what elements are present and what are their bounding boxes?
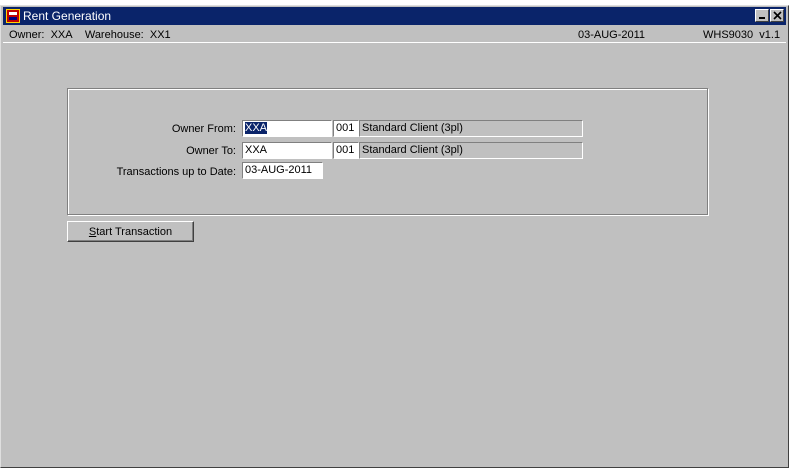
transactions-date-label: Transactions up to Date:: [116, 166, 236, 178]
owner-from-description-field: Standard Client (3pl): [359, 120, 583, 137]
start-transaction-button[interactable]: Start Transaction: [67, 221, 194, 242]
warehouse-label: Warehouse:: [84, 29, 144, 41]
minimize-icon: [759, 17, 765, 19]
warehouse-value: XX1: [149, 29, 171, 41]
owner-value: XXA: [50, 29, 73, 41]
owner-warehouse-info: Owner: XXA Warehouse: XX1: [9, 29, 171, 41]
close-button[interactable]: [770, 9, 784, 22]
close-icon: [773, 11, 782, 20]
owner-to-code-input[interactable]: XXA: [242, 142, 332, 159]
owner-label: Owner:: [9, 29, 45, 41]
rent-generation-window: Rent Generation Owner: XXA Warehouse: XX…: [0, 5, 789, 468]
owner-from-number-field[interactable]: 001: [333, 120, 359, 137]
transactions-date-input[interactable]: 03-AUG-2011: [242, 162, 323, 179]
title-bar[interactable]: Rent Generation: [3, 7, 786, 25]
owner-from-label: Owner From:: [171, 123, 236, 135]
status-date: 03-AUG-2011: [578, 29, 646, 41]
owner-to-label: Owner To:: [186, 145, 236, 157]
owner-to-description-field: Standard Client (3pl): [359, 142, 583, 159]
oracle-forms-icon[interactable]: [6, 9, 20, 23]
owner-to-number-field[interactable]: 001: [333, 142, 359, 159]
owner-from-code-value: XXA: [245, 122, 268, 134]
version-number: v1.1: [759, 29, 781, 41]
window-title: Rent Generation: [23, 9, 112, 23]
module-version: WHS9030 v1.1: [703, 29, 780, 41]
status-bar: Owner: XXA Warehouse: XX1 03-AUG-2011 WH…: [3, 26, 786, 43]
module-code: WHS9030: [703, 29, 754, 41]
start-label-rest: tart Transaction: [96, 225, 173, 238]
minimize-button[interactable]: [755, 9, 769, 22]
owner-from-code-input[interactable]: XXA: [242, 120, 332, 137]
